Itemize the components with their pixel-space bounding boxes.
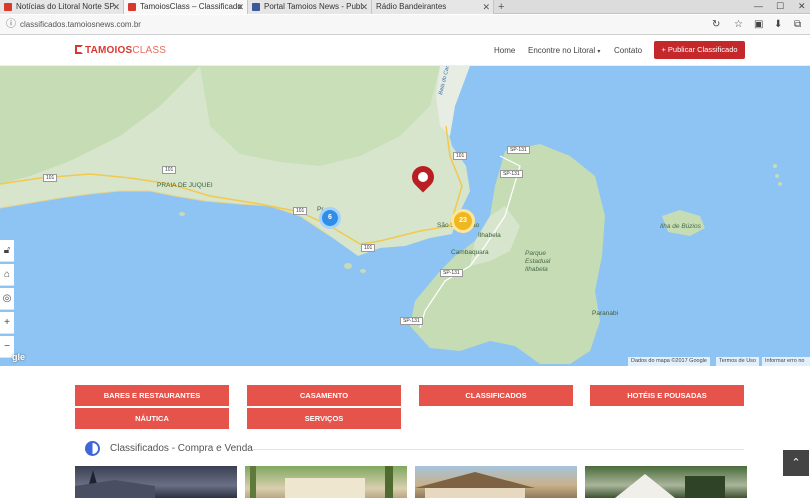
screenshot-icon[interactable]: ⧉ <box>794 18 801 32</box>
road-shield-101: 101 <box>293 207 308 215</box>
thumbnail-image <box>615 474 725 498</box>
bookmark-star-icon[interactable]: ☆ <box>734 18 743 32</box>
zoom-in-icon[interactable]: + <box>0 312 14 334</box>
logo-mark-icon <box>75 45 83 54</box>
category-nautica[interactable]: NÁUTICA <box>75 408 229 429</box>
unlock-icon[interactable]: 🔓︎ <box>0 240 14 262</box>
logo-text-primary: TAMOIOS <box>85 45 133 56</box>
listing-thumbnail[interactable] <box>415 466 577 498</box>
publish-classified-button[interactable]: + Publicar Classificado <box>654 41 745 59</box>
logo-text-secondary: CLASS <box>132 45 167 56</box>
chevron-down-icon: ▾ <box>597 49 601 55</box>
category-classificados[interactable]: CLASSIFICADOS <box>419 385 573 406</box>
road-shield-sp131: SP-131 <box>440 269 463 277</box>
browser-tab-tamoiosclass[interactable]: TamoiosClass – Classificado ✕ <box>124 0 248 14</box>
road-shield-sp131: SP-131 <box>500 170 523 178</box>
listing-thumbnail[interactable] <box>585 466 747 498</box>
scroll-to-top-button[interactable]: ⌃ <box>783 450 809 476</box>
close-tab-icon[interactable]: ✕ <box>360 0 368 14</box>
address-bar: ⓘ classificados.tamoiosnews.com.br ↻ ☆ ▣… <box>0 15 810 35</box>
road-shield-101: 101 <box>361 244 376 252</box>
home-icon[interactable]: ⌂ <box>0 264 14 286</box>
thumbnail-image <box>75 470 155 498</box>
download-icon[interactable]: ⬇ <box>774 18 782 32</box>
info-icon[interactable]: ⓘ <box>6 18 16 32</box>
close-tab-icon[interactable]: ✕ <box>236 0 244 14</box>
road-shield-sp131: SP-131 <box>400 317 423 325</box>
section-divider <box>252 449 744 450</box>
map-label-parque: Parque <box>525 250 546 257</box>
tamoios-favicon-icon <box>4 3 12 11</box>
listing-thumbnail[interactable] <box>245 466 407 498</box>
thumbnail-image <box>250 466 393 498</box>
browser-tab-strip: Notícias do Litoral Norte SP ✕ TamoiosCl… <box>0 0 810 14</box>
google-logo: gle <box>12 352 26 362</box>
tab-label: Portal Tamoios News - Publ <box>264 2 363 11</box>
tamoios-favicon-icon <box>128 3 136 11</box>
half-circle-icon <box>85 441 100 456</box>
map[interactable]: PRAIA DE JUQUEI Pr São Sebastião Ilhabel… <box>0 66 810 366</box>
browser-tab-noticias[interactable]: Notícias do Litoral Norte SP ✕ <box>0 0 124 14</box>
minimize-icon[interactable]: — <box>754 0 763 12</box>
facebook-favicon-icon <box>252 3 260 11</box>
map-terms-link[interactable]: Termos de Uso <box>716 357 759 366</box>
road-shield-101: 101 <box>43 174 58 182</box>
map-data-attribution: Dados do mapa ©2017 Google <box>628 357 710 366</box>
close-tab-icon[interactable]: ✕ <box>482 0 490 14</box>
category-servicos[interactable]: SERVIÇOS <box>247 408 401 429</box>
site-header: TAMOIOSCLASS Home Encontre no Litoral ▾ … <box>0 36 810 66</box>
map-report-error-link[interactable]: Informar erro no <box>762 357 810 366</box>
new-tab-icon[interactable]: + <box>498 0 504 14</box>
category-bares-restaurantes[interactable]: BARES E RESTAURANTES <box>75 385 229 406</box>
map-label-ilha-buzios: Ilha de Búzios <box>660 223 701 230</box>
close-window-icon[interactable]: ✕ <box>798 0 806 12</box>
close-tab-icon[interactable]: ✕ <box>112 0 120 14</box>
menu-contato[interactable]: Contato <box>614 45 642 57</box>
tab-label: TamoiosClass – Classificado <box>140 2 242 11</box>
map-label-estadual: Estadual <box>525 258 551 265</box>
map-cluster-blue[interactable]: 6 <box>319 207 341 229</box>
reading-list-icon[interactable]: ▣ <box>754 18 763 32</box>
road-shield-sp131: SP-131 <box>507 146 530 154</box>
section-title: Classificados - Compra e Venda <box>110 443 253 454</box>
menu-encontre-label: Encontre no Litoral <box>528 46 596 55</box>
road-shield-101: 101 <box>162 166 177 174</box>
listing-thumbnail[interactable] <box>75 466 237 498</box>
map-cluster-yellow[interactable]: 23 <box>451 209 475 233</box>
tab-label: Rádio Bandeirantes <box>376 2 447 11</box>
locate-icon[interactable]: ◎ <box>0 288 14 310</box>
category-hoteis-pousadas[interactable]: HOTÉIS E POUSADAS <box>590 385 744 406</box>
menu-home[interactable]: Home <box>494 45 515 57</box>
browser-tab-radio[interactable]: Rádio Bandeirantes ✕ <box>372 0 494 14</box>
browser-tab-portal[interactable]: Portal Tamoios News - Publ ✕ <box>248 0 372 14</box>
thumbnail-image <box>415 472 535 498</box>
tab-label: Notícias do Litoral Norte SP <box>16 2 115 11</box>
maximize-icon[interactable]: ☐ <box>776 0 784 12</box>
site-logo[interactable]: TAMOIOSCLASS <box>75 45 166 57</box>
road-shield-101: 101 <box>453 152 468 160</box>
map-label-cambaquara: Cambaquara <box>451 249 489 256</box>
url-field[interactable]: classificados.tamoiosnews.com.br <box>20 18 141 32</box>
map-label-ilhabela: Ilhabela <box>478 232 501 239</box>
category-casamento[interactable]: CASAMENTO <box>247 385 401 406</box>
menu-encontre-no-litoral[interactable]: Encontre no Litoral ▾ <box>528 45 600 58</box>
map-label-ilhabela-park: Ilhabela <box>525 266 548 273</box>
map-label-praia-juquei: PRAIA DE JUQUEI <box>157 182 213 189</box>
map-label-paranabi: Paranabi <box>592 310 619 317</box>
reload-icon[interactable]: ↻ <box>712 18 720 32</box>
